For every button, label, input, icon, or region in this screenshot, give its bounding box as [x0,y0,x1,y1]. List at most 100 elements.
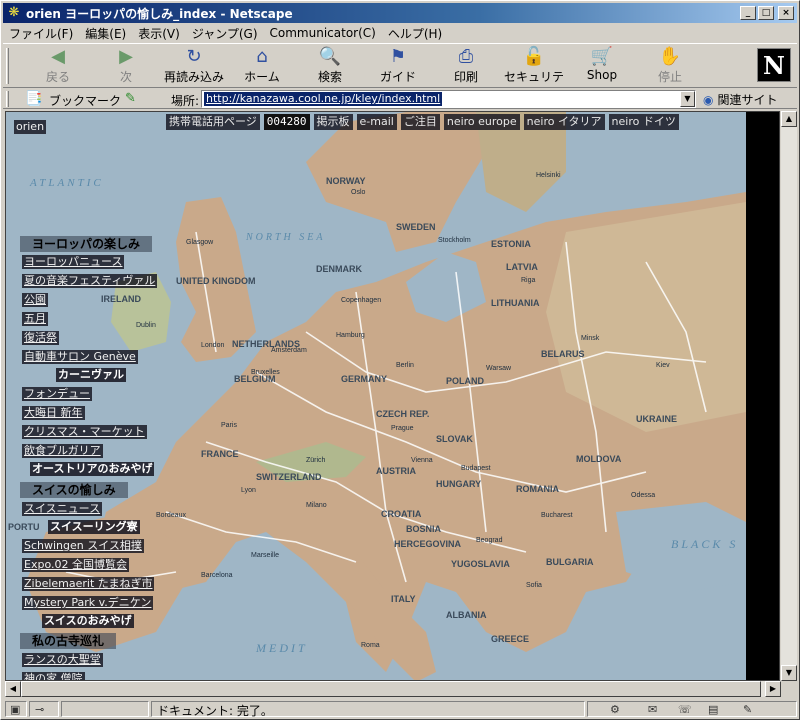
forward-button[interactable]: ▶ 次 [91,46,161,86]
city-label: Prague [391,425,414,432]
nav-link[interactable]: カーニヴァル [56,368,126,382]
window-title: orien ヨーロッパの愉しみ_index - Netscape [26,6,293,21]
page-proxy-icon[interactable]: ✎ [125,91,136,106]
connection-icon: ⊸ [35,703,45,716]
country-label: SWITZERLAND [256,472,322,482]
city-label: Glasgow [186,239,214,246]
horizontal-scrollbar[interactable]: ◀ ▶ [5,681,781,697]
lock-icon: 🔓 [522,46,546,67]
menu-communicator[interactable]: Communicator(C) [264,26,382,40]
city-label: Warsaw [486,365,512,372]
toolbar-grip[interactable] [6,48,9,84]
guide-button[interactable]: ⚑ ガイド [363,46,433,86]
nav-link[interactable]: 自動車サロン Genève [22,350,138,364]
back-button[interactable]: ◀ 戻る [23,46,93,86]
url-input[interactable]: http://kanazawa.cool.ne.jp/kley/index.ht… [201,90,696,108]
nav-link[interactable]: 公園 [22,293,48,307]
nav-link[interactable]: スイスのおみやげ [42,614,134,628]
mobile-page-link[interactable]: 携帯電話用ページ [166,114,260,130]
nav-link[interactable]: フォンデュー [22,387,92,401]
guide-label: ガイド [379,70,416,84]
bookmarks-button[interactable]: ブックマーク [49,92,121,109]
vertical-scrollbar[interactable]: ▲ ▼ [781,111,797,681]
scroll-up-button[interactable]: ▲ [781,111,797,127]
nav-link[interactable]: Schwingen スイス相撲 [22,539,144,553]
menu-bar: ファイル(F) 編集(E) 表示(V) ジャンプ(G) Communicator… [3,24,448,42]
title-bar[interactable]: ❋ orien ヨーロッパの愉しみ_index - Netscape _ □ × [3,3,797,23]
search-button[interactable]: 🔍 検索 [295,46,365,86]
location-grip[interactable] [6,91,9,107]
minimize-button[interactable]: _ [740,6,756,20]
nav-link[interactable]: ランスの大聖堂 [22,653,103,667]
home-icon: ⌂ [256,46,268,67]
nav-link[interactable]: 飲食ブルガリア [22,444,103,458]
section-heading-europe: ヨーロッパの楽しみ [20,236,153,252]
progress-cell [61,701,149,717]
section-heading-switzerland: スイスの愉しみ [20,482,128,498]
country-label: CROATIA [381,509,422,519]
home-button[interactable]: ⌂ ホーム [227,46,297,86]
city-label: Kiev [656,362,670,369]
forward-arrow-icon: ▶ [119,46,133,67]
close-button[interactable]: × [778,6,794,20]
menu-go[interactable]: ジャンプ(G) [186,25,264,42]
nav-link[interactable]: クリスマス・マーケット [22,425,147,439]
menu-help[interactable]: ヘルプ(H) [382,25,448,42]
mail-component-icon[interactable]: ✉ [648,703,657,716]
city-label: Minsk [581,335,600,342]
nav-link[interactable]: 神の家 僧院 [22,672,85,680]
security-status-cell[interactable]: ▣ [5,701,27,717]
country-label: LATVIA [506,262,538,272]
neiro-europe-link[interactable]: neiro europe [443,114,520,130]
reload-button[interactable]: ↻ 再読み込み [159,46,229,86]
url-text[interactable]: http://kanazawa.cool.ne.jp/kley/index.ht… [204,92,443,106]
related-sites-button[interactable]: ◉ 関連サイト [703,91,778,108]
scroll-left-button[interactable]: ◀ [5,681,21,697]
url-dropdown-button[interactable]: ▼ [680,91,695,107]
menu-edit[interactable]: 編集(E) [79,25,132,42]
city-label: Sofia [526,582,542,589]
nav-link[interactable]: オーストリアのおみやげ [30,462,155,476]
nav-link[interactable]: Expo.02 全国博覧会 [22,558,129,572]
print-button[interactable]: ⎙ 印刷 [431,46,501,86]
neiro-italy-link[interactable]: neiro イタリア [523,114,605,130]
maximize-button[interactable]: □ [758,6,774,20]
nav-link[interactable]: Zibelemaerit たまねぎ市 [22,577,155,591]
scroll-down-button[interactable]: ▼ [781,665,797,681]
notice-link[interactable]: ご注目 [400,114,440,130]
addressbook-component-icon[interactable]: ▤ [708,703,718,716]
netscape-logo[interactable]: N [757,48,791,82]
country-label: HUNGARY [436,479,481,489]
stop-button[interactable]: ✋ 停止 [635,46,705,86]
menu-view[interactable]: 表示(V) [132,25,186,42]
security-button[interactable]: 🔓 セキュリティ [499,46,569,101]
menu-file[interactable]: ファイル(F) [3,25,79,42]
nav-link[interactable]: 五月 [22,312,48,326]
country-label: MOLDOVA [576,454,622,464]
country-label: CZECH REP. [376,409,429,419]
nav-link[interactable]: スイスニュース [22,502,103,516]
netscape-app-icon[interactable]: ❋ [6,5,22,21]
site-name[interactable]: orien [14,120,47,134]
city-label: Vienna [411,457,433,464]
city-label: Bruxelles [251,369,280,376]
navigator-component-icon[interactable]: ⚙ [610,703,620,716]
horizontal-scroll-thumb[interactable] [21,681,761,697]
nav-link[interactable]: 夏の音楽フェスティヴァル [22,274,158,288]
composer-component-icon[interactable]: ✎ [743,703,752,716]
shop-button[interactable]: 🛒 Shop [567,46,637,86]
nav-link[interactable]: 大晦日 新年 [22,406,85,420]
newsgroup-component-icon[interactable]: ☏ [678,703,692,716]
bbs-link[interactable]: 掲示板 [313,114,353,130]
nav-link[interactable]: スイスーリング寮 [48,520,140,534]
page-content[interactable]: ATLANTIC NORTH SEA BLACK S MEDIT NORWAY … [5,111,780,681]
scroll-right-button[interactable]: ▶ [765,681,781,697]
nav-link[interactable]: ヨーロッパニュース [22,255,125,269]
country-label: UKRAINE [636,414,677,424]
nav-link[interactable]: Mystery Park v.デニケン [22,596,154,610]
nav-link[interactable]: 復活祭 [22,331,59,345]
connection-status-cell[interactable]: ⊸ [29,701,59,717]
email-link[interactable]: e-mail [356,114,397,130]
neiro-germany-link[interactable]: neiro ドイツ [608,114,679,130]
bookmarks-icon[interactable]: 📑 [25,91,45,107]
